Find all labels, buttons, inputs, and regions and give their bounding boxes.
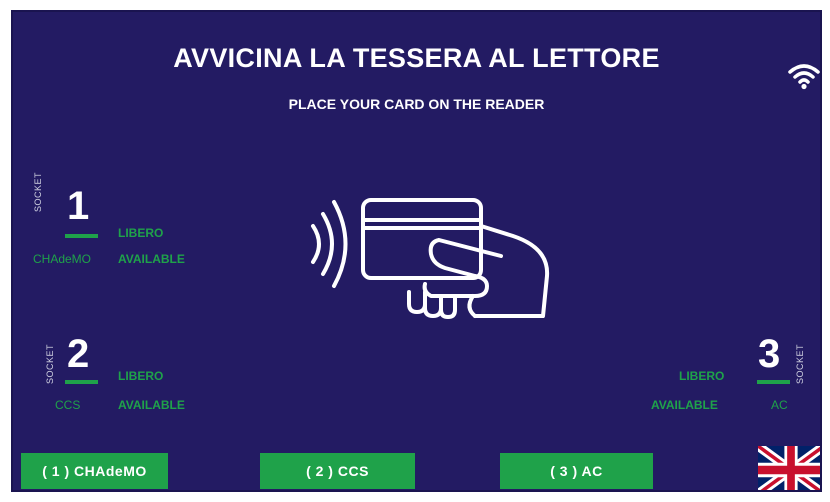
socket-1-number: 1 [67,184,90,228]
socket-2-status-bar [65,380,98,384]
uk-flag-icon[interactable] [758,446,822,492]
page-subtitle: PLACE YOUR CARD ON THE READER [288,96,545,112]
select-socket-2-button[interactable]: ( 2 ) CCS [260,453,415,489]
charger-screen: AVVICINA LA TESSERA AL LETTORE PLACE YOU… [11,10,822,492]
select-socket-1-button[interactable]: ( 1 ) CHAdeMO [21,453,168,489]
wifi-icon [788,64,820,90]
socket-2-status-en: AVAILABLE [118,398,185,412]
socket-1-status-en: AVAILABLE [118,252,185,266]
socket-2-status-it: LIBERO [118,369,164,383]
socket-3-number: 3 [758,332,781,376]
socket-3-caption: SOCKET [795,343,805,384]
socket-2-number: 2 [67,332,90,376]
socket-1-status-it: LIBERO [118,226,164,240]
socket-1-caption: SOCKET [33,171,43,212]
socket-2-type: CCS [55,398,81,412]
card-reader-icon [311,198,550,319]
socket-3-type: AC [771,398,788,412]
socket-1-type: CHAdeMO [33,252,92,266]
socket-3-status-it: LIBERO [679,369,725,383]
socket-1-status-bar [65,234,98,238]
select-socket-3-button[interactable]: ( 3 ) AC [500,453,653,489]
page-title: AVVICINA LA TESSERA AL LETTORE [173,43,660,73]
socket-3-status-bar [757,380,790,384]
socket-2-caption: SOCKET [45,343,55,384]
socket-3-status-en: AVAILABLE [651,398,718,412]
